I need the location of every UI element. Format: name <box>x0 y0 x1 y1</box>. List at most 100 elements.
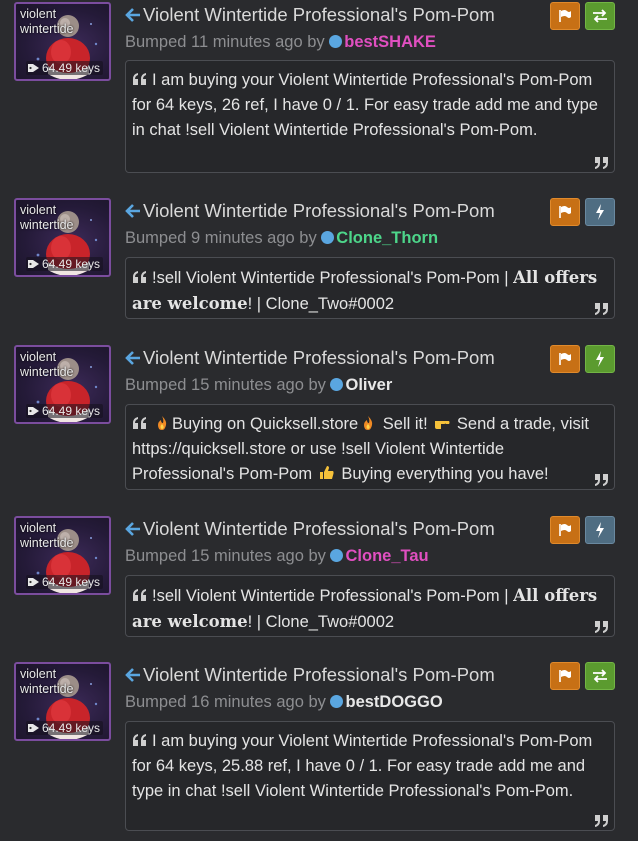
bumped-info: Bumped 11 minutes ago by bestSHAKE <box>125 33 436 52</box>
item-price: 64.49 keys <box>26 61 104 75</box>
arrow-left-icon <box>125 8 140 22</box>
bumped-text: Bumped 15 minutes ago by <box>125 547 326 565</box>
price-text: 64.49 keys <box>42 257 101 271</box>
item-name: violent wintertide <box>20 667 74 696</box>
message-text-end: ! | Clone_Two#0002 <box>247 295 395 313</box>
quote-open-icon <box>133 589 146 601</box>
lightning-icon <box>596 522 604 538</box>
flag-icon <box>559 670 571 682</box>
trade-offer-button[interactable] <box>585 2 615 30</box>
listing-title-link[interactable]: Violent Wintertide Professional's Pom-Po… <box>125 518 495 540</box>
instant-buy-button[interactable] <box>585 516 615 544</box>
item-card[interactable]: violent wintertide 64.49 keys <box>14 662 111 741</box>
tag-icon <box>28 64 39 72</box>
user-link[interactable]: bestDOGGO <box>345 693 442 711</box>
item-price: 64.49 keys <box>26 404 104 418</box>
price-text: 64.49 keys <box>42 404 101 418</box>
arrow-left-icon <box>125 522 140 536</box>
listing-title-link[interactable]: Violent Wintertide Professional's Pom-Po… <box>125 4 495 26</box>
item-card[interactable]: violent wintertide 64.49 keys <box>14 198 111 277</box>
user-link[interactable]: bestSHAKE <box>344 33 436 51</box>
quote-open-icon <box>133 734 146 746</box>
message-text: !sell Violent Wintertide Professional's … <box>152 587 514 605</box>
fire-icon <box>364 416 373 430</box>
instant-buy-button[interactable] <box>585 345 615 373</box>
tag-icon <box>28 724 39 732</box>
lightning-icon <box>596 204 604 220</box>
listing-title: Violent Wintertide Professional's Pom-Po… <box>143 4 495 25</box>
item-price: 64.49 keys <box>26 257 104 271</box>
message-text: !sell Violent Wintertide Professional's … <box>152 269 514 287</box>
item-name: violent wintertide <box>20 521 74 550</box>
message-text-end: ! | Clone_Two#0002 <box>247 613 395 631</box>
title-row: Violent Wintertide Professional's Pom-Po… <box>125 514 495 544</box>
fire-icon <box>158 416 167 430</box>
item-card[interactable]: violent wintertide 64.49 keys <box>14 345 111 424</box>
user-link[interactable]: Clone_Thorn <box>336 229 438 247</box>
listing-title-link[interactable]: Violent Wintertide Professional's Pom-Po… <box>125 664 495 686</box>
listing-title: Violent Wintertide Professional's Pom-Po… <box>143 347 495 368</box>
quote-open-icon <box>133 73 146 85</box>
user-status-dot <box>330 549 344 562</box>
message-text-d: Buying everything you have! <box>341 465 549 483</box>
trade-icon <box>593 9 607 23</box>
quote-open-icon <box>133 271 146 283</box>
lightning-icon <box>596 351 604 367</box>
user-status-dot <box>329 35 343 48</box>
listing-title: Violent Wintertide Professional's Pom-Po… <box>143 518 495 539</box>
item-name: violent wintertide <box>20 203 74 232</box>
trade-icon <box>593 669 607 683</box>
bumped-info: Bumped 16 minutes ago by bestDOGGO <box>125 693 443 712</box>
flag-icon <box>559 353 571 365</box>
trade-message: !sell Violent Wintertide Professional's … <box>125 575 615 637</box>
bumped-text: Bumped 11 minutes ago by <box>125 33 325 51</box>
user-link[interactable]: Oliver <box>345 376 392 394</box>
quote-close-icon <box>595 815 608 827</box>
user-status-dot <box>330 695 344 708</box>
listing-title: Violent Wintertide Professional's Pom-Po… <box>143 664 495 685</box>
quote-close-icon <box>595 474 608 486</box>
user-status-dot <box>330 378 344 391</box>
item-name: violent wintertide <box>20 350 74 379</box>
title-row: Violent Wintertide Professional's Pom-Po… <box>125 660 495 690</box>
tag-icon <box>28 407 39 415</box>
price-text: 64.49 keys <box>42 721 101 735</box>
user-link[interactable]: Clone_Tau <box>345 547 428 565</box>
report-button[interactable] <box>550 198 580 226</box>
trade-offer-button[interactable] <box>585 662 615 690</box>
message-text: I am buying your Violent Wintertide Prof… <box>132 71 598 139</box>
flag-icon <box>559 524 571 536</box>
price-text: 64.49 keys <box>42 575 101 589</box>
bumped-info: Bumped 15 minutes ago by Clone_Tau <box>125 547 429 566</box>
title-row: Violent Wintertide Professional's Pom-Po… <box>125 196 495 226</box>
item-price: 64.49 keys <box>26 721 104 735</box>
trade-message: !sell Violent Wintertide Professional's … <box>125 257 615 319</box>
bumped-text: Bumped 9 minutes ago by <box>125 229 317 247</box>
quote-close-icon <box>595 621 608 633</box>
bumped-info: Bumped 15 minutes ago by Oliver <box>125 376 392 395</box>
item-card[interactable]: violent wintertide 64.49 keys <box>14 516 111 595</box>
report-button[interactable] <box>550 516 580 544</box>
message-text: I am buying your Violent Wintertide Prof… <box>132 732 593 800</box>
report-button[interactable] <box>550 2 580 30</box>
listing-title-link[interactable]: Violent Wintertide Professional's Pom-Po… <box>125 347 495 369</box>
title-row: Violent Wintertide Professional's Pom-Po… <box>125 0 495 30</box>
item-price: 64.49 keys <box>26 575 104 589</box>
quote-close-icon <box>595 157 608 169</box>
arrow-left-icon <box>125 204 140 218</box>
instant-buy-button[interactable] <box>585 198 615 226</box>
bumped-info: Bumped 9 minutes ago by Clone_Thorn <box>125 229 438 248</box>
trade-message: I am buying your Violent Wintertide Prof… <box>125 60 615 173</box>
listing-title: Violent Wintertide Professional's Pom-Po… <box>143 200 495 221</box>
arrow-left-icon <box>125 351 140 365</box>
item-card[interactable]: violent wintertide 64.49 keys <box>14 2 111 81</box>
thumbs-up-icon <box>319 466 334 479</box>
bumped-text: Bumped 15 minutes ago by <box>125 376 326 394</box>
bumped-text: Bumped 16 minutes ago by <box>125 693 326 711</box>
trade-message: Buying on Quicksell.store Sell it! Send … <box>125 404 615 490</box>
quote-close-icon <box>595 303 608 315</box>
report-button[interactable] <box>550 662 580 690</box>
listing-title-link[interactable]: Violent Wintertide Professional's Pom-Po… <box>125 200 495 222</box>
report-button[interactable] <box>550 345 580 373</box>
price-text: 64.49 keys <box>42 61 101 75</box>
